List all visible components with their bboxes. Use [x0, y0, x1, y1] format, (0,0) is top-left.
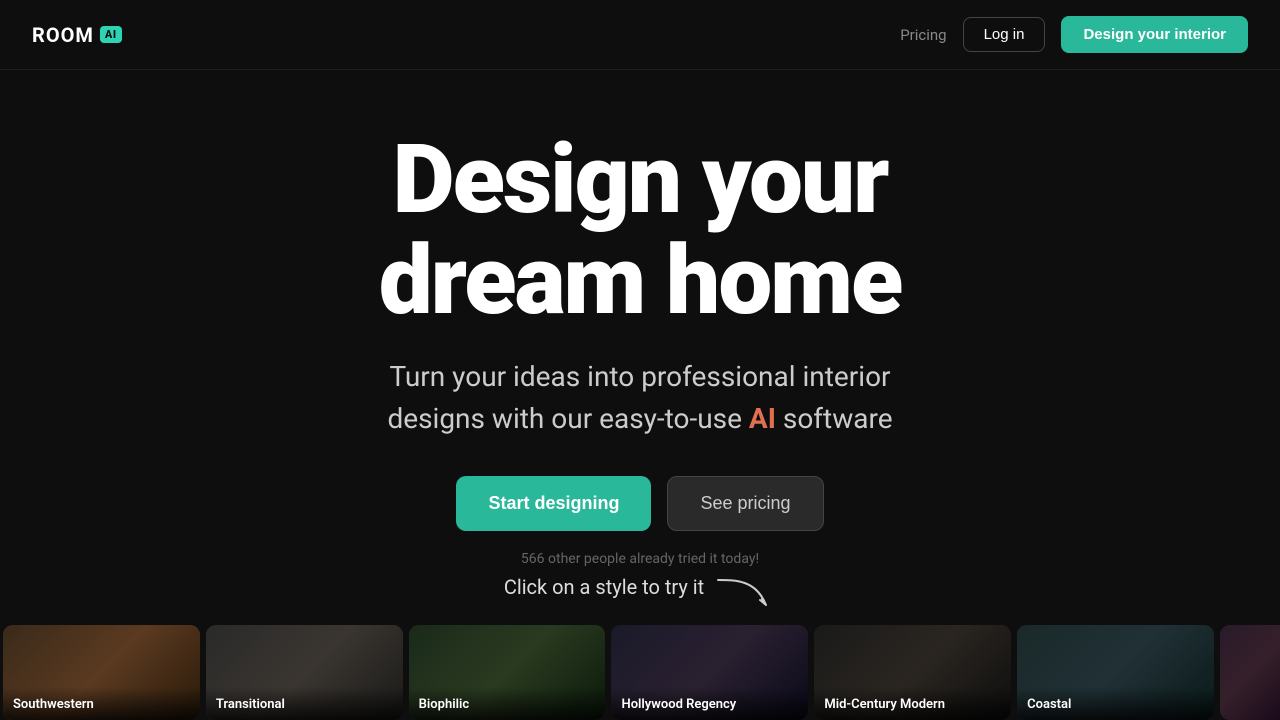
style-label-hollywood-regency: Hollywood Regency	[621, 697, 736, 712]
nav-right: Pricing Log in Design your interior	[900, 16, 1248, 53]
ai-highlight: AI	[749, 402, 776, 435]
style-label-transitional: Transitional	[216, 697, 285, 712]
social-proof: 566 other people already tried it today!	[521, 551, 759, 567]
style-label-coastal: Coastal	[1027, 697, 1071, 712]
hero-title: Design your dream home	[379, 130, 902, 332]
login-button[interactable]: Log in	[963, 17, 1046, 52]
styles-cta: Click on a style to try it	[0, 567, 1280, 607]
style-label-southwestern: Southwestern	[13, 697, 94, 712]
style-label-mid-century-modern: Mid-Century Modern	[824, 697, 945, 712]
style-card-hollywood-regency[interactable]: Hollywood Regency	[611, 625, 808, 720]
logo-badge: AI	[100, 26, 122, 43]
pricing-link[interactable]: Pricing	[900, 26, 946, 44]
arrow-icon	[716, 575, 776, 615]
see-pricing-button[interactable]: See pricing	[667, 476, 823, 531]
styles-section: Click on a style to try it Southwestern …	[0, 567, 1280, 720]
styles-row: Southwestern Transitional Biophilic Holl…	[0, 625, 1280, 720]
style-card-transitional[interactable]: Transitional	[206, 625, 403, 720]
logo-text: ROOM	[32, 23, 94, 47]
style-card-partial[interactable]	[1220, 625, 1280, 720]
hero-section: Design your dream home Turn your ideas i…	[0, 70, 1280, 567]
style-card-coastal[interactable]: Coastal	[1017, 625, 1214, 720]
style-label-biophilic: Biophilic	[419, 697, 469, 712]
hero-subtitle: Turn your ideas into professional interi…	[387, 356, 892, 440]
logo: ROOM AI	[32, 23, 122, 47]
hero-buttons: Start designing See pricing	[456, 476, 823, 531]
style-card-biophilic[interactable]: Biophilic	[409, 625, 606, 720]
style-card-southwestern[interactable]: Southwestern	[3, 625, 200, 720]
navbar: ROOM AI Pricing Log in Design your inter…	[0, 0, 1280, 70]
start-designing-button[interactable]: Start designing	[456, 476, 651, 531]
style-card-mid-century-modern[interactable]: Mid-Century Modern	[814, 625, 1011, 720]
styles-cta-text: Click on a style to try it	[504, 575, 704, 599]
design-interior-button[interactable]: Design your interior	[1061, 16, 1248, 53]
